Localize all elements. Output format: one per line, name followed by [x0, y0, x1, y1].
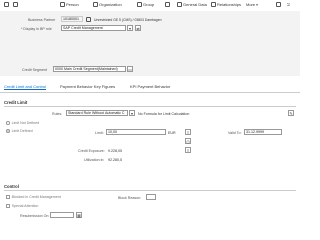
- detail-icon: ≡: [186, 148, 190, 153]
- control-section-title: Control: [4, 184, 19, 189]
- block-reason-input[interactable]: [146, 194, 156, 200]
- valid-to-input[interactable]: 31.12.9999: [244, 129, 282, 135]
- organization-icon: [86, 16, 91, 22]
- rules-select[interactable]: Standard Rule Without Automatic C: [66, 110, 128, 116]
- organization-button[interactable]: Organization: [93, 2, 122, 7]
- currency-label: EUR: [168, 131, 176, 135]
- rules-label: Rules:: [52, 112, 63, 116]
- switch-role-button[interactable]: ⇄: [135, 25, 141, 31]
- display-in-role-select[interactable]: SAP Credit Management: [61, 25, 126, 31]
- save-button[interactable]: [4, 2, 9, 7]
- relationships-icon: [211, 2, 216, 7]
- credit-exposure-detail-button[interactable]: ≡: [185, 147, 191, 153]
- group-button[interactable]: Group: [137, 2, 154, 7]
- credit-exposure-label: Credit Exposure:: [78, 149, 105, 153]
- edit-icon: ✎: [289, 111, 293, 116]
- credit-exposure-value: 9.228,05: [108, 149, 122, 153]
- maximize-icon: [276, 2, 281, 7]
- calendar-icon: ▦: [77, 213, 81, 218]
- credit-limit-divider: [4, 106, 296, 107]
- save-icon: [4, 2, 9, 7]
- resubmission-label: Resubmission On:: [20, 214, 50, 218]
- credit-limit-section-title: Credit Limit: [4, 100, 28, 105]
- organization-icon: [93, 2, 98, 7]
- credit-segment-value-help[interactable]: ▭: [127, 66, 133, 72]
- value-help-icon: ▭: [128, 67, 132, 72]
- limit-not-defined-option[interactable]: Limit Not Defined: [6, 121, 39, 125]
- tab-kpi-payment-behavior[interactable]: KPI Payment Behavior: [130, 84, 170, 89]
- business-partner-field: 10180001: [61, 16, 83, 22]
- utilization-value: 92.280,5: [108, 158, 122, 162]
- limit-label: Limit:: [95, 131, 104, 135]
- person-icon: [60, 2, 65, 7]
- checkbox-icon: [6, 195, 10, 199]
- limit-input[interactable]: 10,00: [106, 129, 166, 135]
- formula-edit-button[interactable]: ✎: [288, 110, 294, 116]
- tab-credit-limit-and-control[interactable]: Credit Limit and Control: [4, 84, 47, 90]
- radio-icon: [6, 121, 10, 125]
- limit-defined-option[interactable]: Limit Defined: [6, 129, 33, 133]
- display-icon: [165, 2, 170, 7]
- credit-segment-label: Credit Segment: [22, 68, 47, 72]
- person-button[interactable]: Person: [60, 2, 79, 7]
- control-divider: [4, 190, 296, 191]
- tab-payment-behavior-key-figures[interactable]: Payment Behavior Key Figures: [60, 84, 115, 89]
- credit-segment-select[interactable]: 0000 Main Credit Segment(Maintained): [53, 66, 126, 72]
- limit-history-button[interactable]: ◷: [185, 138, 191, 144]
- history-icon: ◷: [186, 139, 190, 144]
- more-button[interactable]: More ▾: [246, 2, 258, 7]
- valid-to-label: Valid To:: [228, 131, 242, 135]
- blocked-in-credit-management-checkbox[interactable]: Blocked in Credit Management: [6, 195, 61, 199]
- chevron-down-icon: ▾: [130, 111, 133, 116]
- block-reason-label: Block Reason:: [118, 196, 142, 200]
- business-partner-label: Business Partner: [28, 18, 56, 22]
- checkbox-icon: [6, 204, 10, 208]
- maximize-button[interactable]: [276, 2, 281, 7]
- special-attention-checkbox[interactable]: Special Attention: [6, 204, 38, 208]
- utilization-label: Utilization in:: [84, 158, 105, 162]
- display-change-button[interactable]: [13, 2, 18, 7]
- relationships-button[interactable]: Relationships: [211, 2, 241, 7]
- switch-icon: ⇄: [136, 26, 140, 31]
- exit-icon: ⎋: [287, 2, 291, 7]
- general-data-icon: [177, 2, 182, 7]
- chevron-down-icon: ▾: [256, 2, 258, 7]
- display-button[interactable]: [165, 2, 170, 7]
- business-partner-description: Unrestricted GE 5 (CMS) / 03803 Dambagen: [94, 17, 162, 22]
- rules-dropdown-button[interactable]: ▾: [129, 110, 135, 116]
- display-in-role-label: * Display in BP role: [21, 27, 52, 31]
- tab-bar: Credit Limit and Control Payment Behavio…: [0, 83, 300, 93]
- rules-description: No Formula for Limit Calculation: [138, 112, 190, 116]
- group-icon: [137, 2, 142, 7]
- chevron-down-icon: ▾: [128, 26, 131, 31]
- radio-selected-icon: [6, 129, 10, 133]
- limit-detail-button[interactable]: ≡: [185, 129, 191, 135]
- resubmission-input[interactable]: [50, 212, 74, 218]
- exit-button[interactable]: ⎋: [287, 2, 290, 7]
- calendar-button[interactable]: ▦: [76, 212, 82, 218]
- display-in-role-dropdown-button[interactable]: ▾: [127, 25, 133, 31]
- detail-icon: ≡: [186, 130, 190, 135]
- general-data-button[interactable]: General Data: [177, 2, 207, 7]
- display-change-icon: [13, 2, 18, 7]
